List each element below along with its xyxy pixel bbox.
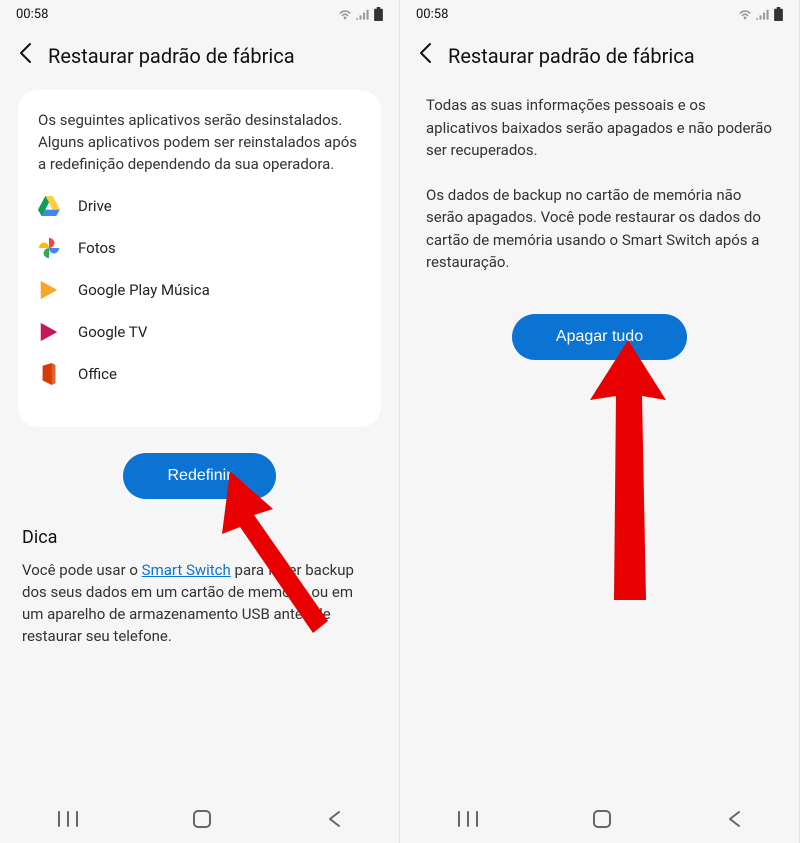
apps-card: Os seguintes aplicativos serão desinstal… (18, 90, 381, 427)
page-title: Restaurar padrão de fábrica (448, 44, 695, 68)
status-bar: 00:58 (0, 0, 399, 28)
button-wrapper: Redefinir (18, 453, 381, 499)
warning-p2: Os dados de backup no cartão de memória … (418, 184, 781, 274)
nav-back-icon (727, 810, 741, 828)
warning-p1: Todas as suas informações pessoais e os … (418, 94, 781, 162)
drive-icon (38, 195, 60, 217)
home-icon (593, 810, 611, 828)
recents-icon (58, 811, 78, 827)
recents-button[interactable] (58, 811, 78, 832)
list-item: Google TV (38, 321, 361, 343)
content-right: Todas as suas informações pessoais e os … (400, 90, 799, 799)
office-icon (38, 363, 60, 385)
home-icon (193, 810, 211, 828)
status-icons (338, 7, 383, 21)
header-bar: Restaurar padrão de fábrica (400, 28, 799, 90)
photos-icon (38, 237, 60, 259)
google-tv-icon (38, 321, 60, 343)
erase-all-button[interactable]: Apagar tudo (512, 314, 687, 360)
nav-back-button[interactable] (327, 810, 341, 833)
tip-prefix: Você pode usar o (22, 561, 142, 579)
apps-desc: Os seguintes aplicativos serão desinstal… (38, 110, 361, 175)
back-button[interactable] (418, 42, 432, 70)
app-label: Office (78, 365, 117, 383)
tip-title: Dica (22, 527, 377, 548)
app-label: Google Play Música (78, 281, 210, 299)
app-label: Drive (78, 197, 112, 215)
wifi-icon (738, 8, 752, 20)
nav-bar (400, 799, 799, 843)
signal-icon (356, 8, 370, 20)
smart-switch-link[interactable]: Smart Switch (142, 561, 231, 579)
home-button[interactable] (193, 810, 211, 833)
play-music-icon (38, 279, 60, 301)
back-button[interactable] (18, 42, 32, 70)
clock: 00:58 (16, 7, 48, 22)
header-bar: Restaurar padrão de fábrica (0, 28, 399, 90)
list-item: Office (38, 363, 361, 385)
status-bar: 00:58 (400, 0, 799, 28)
content-left: Os seguintes aplicativos serão desinstal… (0, 90, 399, 799)
pointer-arrow-icon (588, 340, 668, 610)
home-button[interactable] (593, 810, 611, 833)
clock: 00:58 (416, 7, 448, 22)
right-screen: 00:58 Restaurar padrão de fábrica Todas … (400, 0, 800, 843)
battery-icon (774, 7, 783, 21)
recents-icon (458, 811, 478, 827)
reset-button[interactable]: Redefinir (123, 453, 275, 499)
list-item: Fotos (38, 237, 361, 259)
chevron-left-icon (418, 42, 432, 64)
nav-back-button[interactable] (727, 810, 741, 833)
app-label: Google TV (78, 323, 147, 341)
signal-icon (756, 8, 770, 20)
battery-icon (374, 7, 383, 21)
nav-back-icon (327, 810, 341, 828)
recents-button[interactable] (458, 811, 478, 832)
button-wrapper: Apagar tudo (418, 314, 781, 360)
page-title: Restaurar padrão de fábrica (48, 44, 295, 68)
nav-bar (0, 799, 399, 843)
list-item: Google Play Música (38, 279, 361, 301)
tip-text: Você pode usar o Smart Switch para fazer… (18, 560, 381, 647)
status-icons (738, 7, 783, 21)
left-screen: 00:58 Restaurar padrão de fábrica Os seg… (0, 0, 400, 843)
app-label: Fotos (78, 239, 116, 257)
list-item: Drive (38, 195, 361, 217)
wifi-icon (338, 8, 352, 20)
chevron-left-icon (18, 42, 32, 64)
